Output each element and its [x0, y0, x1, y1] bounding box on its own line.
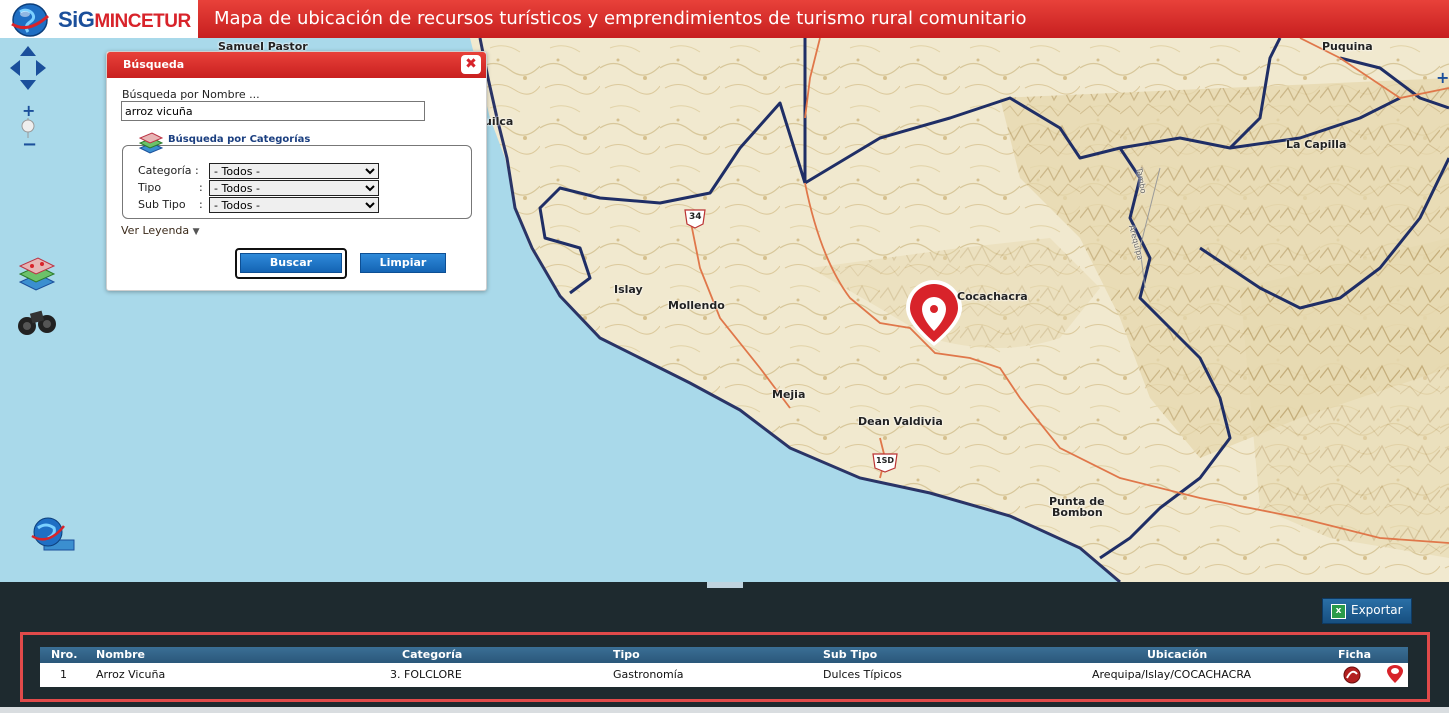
- map-label-mejia: Mejia: [772, 388, 806, 401]
- map-label-quilca: uilca: [484, 115, 514, 128]
- map-label-mollendo: Mollendo: [668, 299, 725, 312]
- app-header: SiGMINCETUR Mapa de ubicación de recurso…: [0, 0, 1449, 38]
- subtipo-colon: :: [199, 198, 203, 211]
- map-marker-icon[interactable]: [1386, 665, 1404, 685]
- search-panel: Búsqueda ✖ Búsqueda por Nombre ... Búsqu…: [106, 51, 487, 291]
- cell-ubicacion: Arequipa/Islay/COCACHACRA: [1092, 668, 1252, 681]
- zoom-plus-right-icon[interactable]: +: [1436, 68, 1449, 87]
- caret-down-icon: ▼: [192, 227, 200, 237]
- clear-button[interactable]: Limpiar: [360, 253, 446, 273]
- pdf-icon[interactable]: [1342, 666, 1362, 684]
- subtipo-label: Sub Tipo: [138, 198, 186, 211]
- results-table: Nro. Nombre Categoría Tipo Sub Tipo Ubic…: [40, 647, 1408, 687]
- col-categoria: Categoría: [402, 648, 463, 661]
- page-title: Mapa de ubicación de recursos turísticos…: [214, 8, 1027, 29]
- cell-categoria: 3. FOLCLORE: [390, 668, 462, 681]
- globe-icon[interactable]: [30, 516, 76, 554]
- svg-text:−: −: [22, 134, 37, 154]
- col-tipo: Tipo: [613, 648, 640, 661]
- close-icon[interactable]: ✖: [461, 55, 481, 74]
- col-nro: Nro.: [51, 648, 78, 661]
- map-label-punta-de-bombon-2: Bombon: [1052, 506, 1103, 519]
- category-legend: Búsqueda por Categorías: [165, 134, 314, 145]
- layers-icon[interactable]: [16, 256, 58, 292]
- globe-logo-icon: [11, 3, 50, 37]
- search-name-label: Búsqueda por Nombre ...: [122, 88, 260, 101]
- legend-link-label: Ver Leyenda: [121, 224, 190, 237]
- excel-icon: x: [1331, 604, 1346, 619]
- subtipo-select[interactable]: - Todos -: [209, 197, 379, 213]
- col-subtipo: Sub Tipo: [823, 648, 878, 661]
- search-panel-header: Búsqueda ✖: [107, 52, 486, 78]
- col-nombre: Nombre: [96, 648, 145, 661]
- logo[interactable]: SiGMINCETUR: [0, 0, 196, 38]
- tipo-select[interactable]: - Todos -: [209, 180, 379, 196]
- table-header: Nro. Nombre Categoría Tipo Sub Tipo Ubic…: [40, 647, 1408, 663]
- tipo-colon: :: [199, 181, 203, 194]
- logo-text: SiGMINCETUR: [58, 7, 191, 32]
- search-panel-title: Búsqueda: [123, 58, 185, 71]
- map-label-dean-valdivia: Dean Valdivia: [858, 415, 943, 428]
- svg-text:+: +: [22, 101, 35, 120]
- map-label-cocachacra: Cocachacra: [957, 290, 1028, 303]
- col-ficha: Ficha: [1338, 648, 1372, 661]
- col-ubicacion: Ubicación: [1147, 648, 1208, 661]
- category-layers-icon: [138, 132, 164, 154]
- export-button[interactable]: x Exportar: [1322, 598, 1412, 624]
- tipo-label: Tipo: [138, 181, 162, 194]
- cell-tipo: Gastronomía: [613, 668, 684, 681]
- road-label-34: 34: [689, 212, 702, 222]
- map-label-la-capilla: La Capilla: [1286, 138, 1347, 151]
- map-label-islay: Islay: [614, 283, 643, 296]
- cell-subtipo: Dulces Típicos: [823, 668, 902, 681]
- categoria-label: Categoría :: [138, 164, 199, 177]
- binoculars-icon[interactable]: [16, 304, 58, 338]
- footer-bar: [0, 707, 1449, 713]
- road-label-1sd: 1SD: [876, 456, 894, 465]
- legend-link[interactable]: Ver Leyenda ▼: [121, 224, 200, 237]
- categoria-select[interactable]: - Todos -: [209, 163, 379, 179]
- cell-nombre: Arroz Vicuña: [96, 668, 166, 681]
- search-button[interactable]: Buscar: [240, 253, 342, 273]
- map-label-puquina: Puquina: [1322, 40, 1373, 53]
- table-row[interactable]: 1 Arroz Vicuña 3. FOLCLORE Gastronomía D…: [40, 663, 1408, 687]
- pan-arrows-icon[interactable]: + −: [8, 44, 48, 154]
- cell-nro: 1: [60, 668, 67, 681]
- export-label: Exportar: [1351, 603, 1403, 617]
- title-bar: Mapa de ubicación de recursos turísticos…: [198, 0, 1449, 38]
- search-name-input[interactable]: [121, 101, 425, 121]
